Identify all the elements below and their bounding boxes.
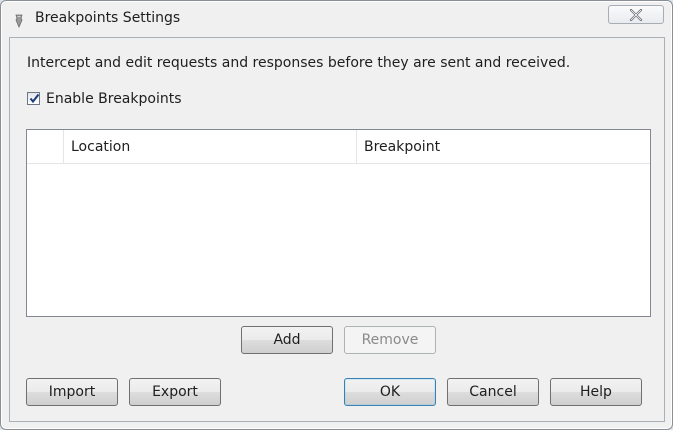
export-button[interactable]: Export (129, 378, 221, 406)
column-header-blank[interactable] (27, 130, 64, 163)
close-icon (629, 9, 643, 21)
enable-breakpoints-label[interactable]: Enable Breakpoints (46, 91, 182, 107)
dialog-content: Intercept and edit requests and response… (9, 37, 665, 422)
column-header-location[interactable]: Location (64, 130, 357, 163)
list-header: Location Breakpoint (27, 130, 650, 164)
enable-breakpoints-checkbox[interactable] (27, 92, 40, 105)
column-label-location: Location (71, 139, 131, 155)
breakpoints-settings-dialog: Breakpoints Settings Intercept and edit … (0, 0, 673, 430)
breakpoints-list[interactable]: Location Breakpoint (26, 129, 651, 317)
help-button[interactable]: Help (550, 378, 642, 406)
import-button[interactable]: Import (26, 378, 118, 406)
ok-button[interactable]: OK (344, 378, 436, 406)
column-header-breakpoint[interactable]: Breakpoint (357, 130, 650, 163)
close-button[interactable] (608, 5, 664, 24)
dialog-description: Intercept and edit requests and response… (27, 55, 571, 71)
list-body[interactable] (27, 164, 650, 316)
window-title: Breakpoints Settings (35, 10, 181, 26)
cancel-button[interactable]: Cancel (447, 378, 539, 406)
remove-button[interactable]: Remove (344, 326, 436, 354)
title-bar[interactable]: Breakpoints Settings (1, 1, 672, 37)
fiddler-app-icon (14, 13, 24, 29)
checkmark-icon (29, 93, 40, 104)
add-button[interactable]: Add (241, 326, 333, 354)
column-label-breakpoint: Breakpoint (364, 139, 441, 155)
